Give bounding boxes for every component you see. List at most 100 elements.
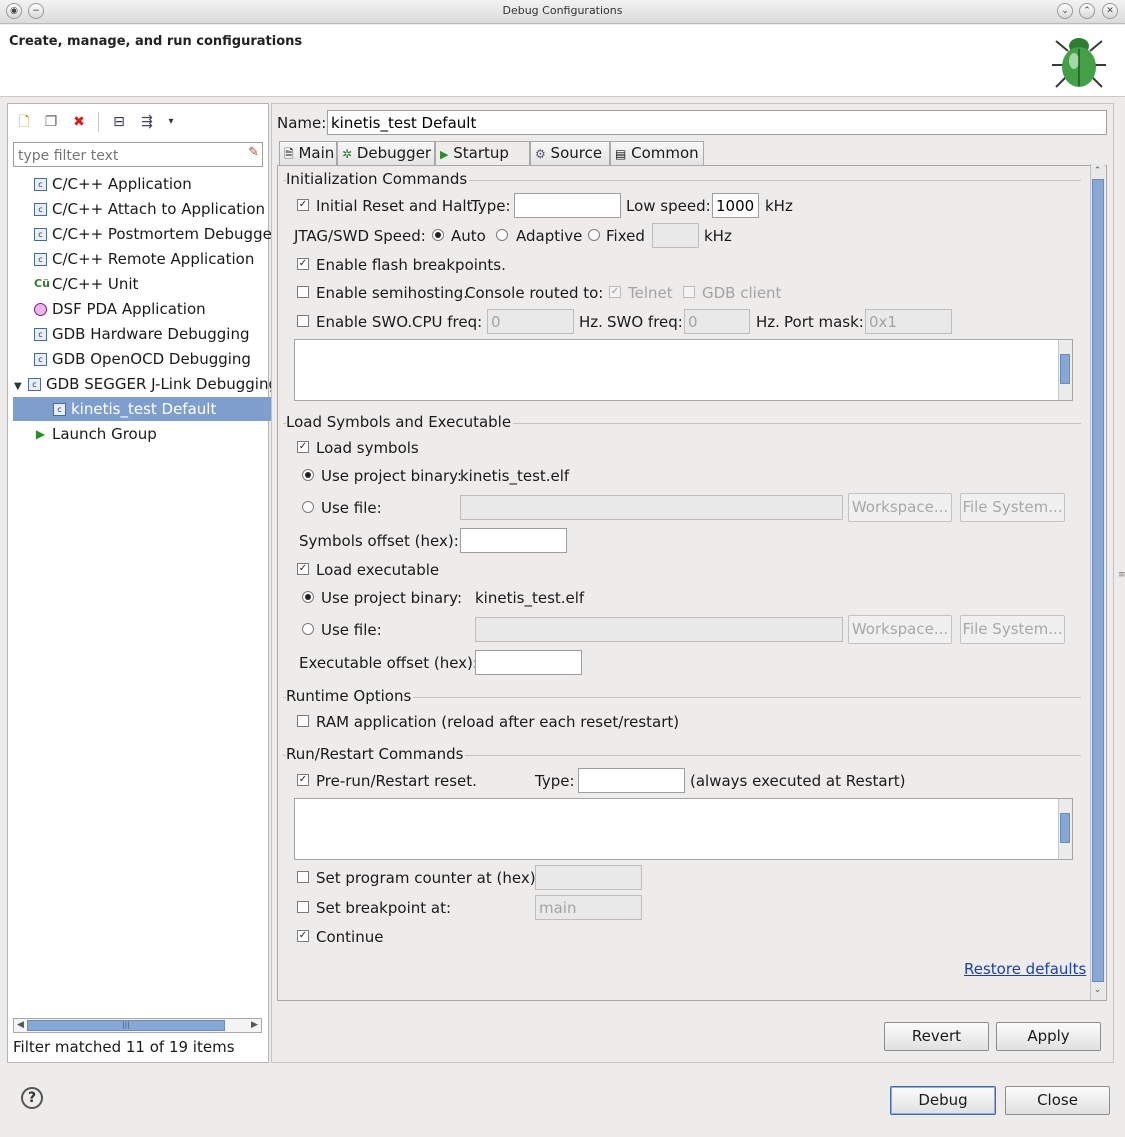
- tree-item-attach[interactable]: c C/C++ Attach to Application: [8, 197, 292, 221]
- exec-filesystem-button[interactable]: File System...: [960, 615, 1065, 644]
- restart-type-input[interactable]: [578, 768, 685, 793]
- prerun-reset-checkbox[interactable]: ✓: [297, 774, 309, 786]
- delete-config-icon[interactable]: ✖: [70, 113, 88, 131]
- symbols-use-file-radio[interactable]: [302, 501, 314, 513]
- low-speed-input[interactable]: [712, 193, 759, 218]
- port-mask-input[interactable]: [865, 309, 952, 334]
- fixed-speed-input[interactable]: [652, 223, 699, 248]
- tab-label: Source: [550, 144, 603, 162]
- tree-item-kinetis-test[interactable]: c kinetis_test Default: [13, 397, 302, 421]
- minimize-icon[interactable]: ⌄: [1057, 3, 1073, 19]
- symbols-project-binary-radio[interactable]: [302, 469, 314, 481]
- tab-startup[interactable]: ▶ Startup: [435, 141, 530, 166]
- tree-horizontal-scrollbar[interactable]: ◀ ||| ▶: [13, 1018, 262, 1033]
- name-input[interactable]: [327, 110, 1107, 135]
- scroll-thumb[interactable]: [1060, 354, 1070, 384]
- apply-button[interactable]: Apply: [996, 1022, 1101, 1051]
- swo-freq-label: SWO freq:: [607, 313, 683, 331]
- clear-filter-icon[interactable]: ✎: [248, 145, 259, 160]
- tree-item-label: GDB OpenOCD Debugging: [52, 350, 251, 368]
- run-commands-textarea[interactable]: [294, 798, 1073, 860]
- swo-freq-input[interactable]: [684, 309, 750, 334]
- speed-auto-radio[interactable]: [432, 229, 444, 241]
- flash-bp-checkbox[interactable]: ✓: [297, 258, 309, 270]
- set-pc-checkbox[interactable]: [297, 871, 309, 883]
- sash-grip-icon[interactable]: ≡: [1118, 570, 1125, 580]
- tab-label: Debugger: [356, 144, 432, 162]
- init-commands-textarea[interactable]: [294, 339, 1073, 401]
- chevron-down-icon[interactable]: ▾: [162, 113, 180, 131]
- debug-button[interactable]: Debug: [890, 1086, 996, 1115]
- semihosting-checkbox[interactable]: [297, 286, 309, 298]
- tab-label: Common: [631, 144, 699, 162]
- set-pc-input[interactable]: [535, 865, 642, 890]
- new-config-icon[interactable]: 🗋: [15, 113, 33, 131]
- symbols-file-input[interactable]: [460, 495, 843, 520]
- tree-item-unit[interactable]: Cü C/C++ Unit: [8, 272, 292, 296]
- tree-item-gdb-openocd[interactable]: c GDB OpenOCD Debugging: [8, 347, 292, 371]
- close-window-icon[interactable]: ✕: [1102, 3, 1118, 19]
- continue-checkbox[interactable]: ✓: [297, 930, 309, 942]
- scroll-thumb[interactable]: |||: [27, 1020, 225, 1031]
- telnet-checkbox[interactable]: ✓: [609, 286, 621, 298]
- always-executed-label: (always executed at Restart): [690, 772, 906, 790]
- startup-vertical-scrollbar[interactable]: ⌃ ⌄: [1090, 164, 1105, 1000]
- filter-field[interactable]: ✎: [13, 142, 263, 167]
- tree-item-c-application[interactable]: c C/C++ Application: [8, 172, 292, 196]
- load-exec-checkbox[interactable]: ✓: [297, 563, 309, 575]
- tab-main[interactable]: 🗎 Main: [279, 141, 337, 165]
- speed-adaptive-radio[interactable]: [496, 229, 508, 241]
- restore-defaults-link[interactable]: Restore defaults: [964, 960, 1086, 978]
- init-type-input[interactable]: [514, 193, 621, 218]
- set-bp-checkbox[interactable]: [297, 901, 309, 913]
- cpu-freq-unit: Hz.: [579, 313, 603, 331]
- ram-app-checkbox[interactable]: [297, 715, 309, 727]
- collapse-all-icon[interactable]: ⊟: [110, 113, 128, 131]
- tree-item-pda[interactable]: DSF PDA Application: [8, 297, 292, 321]
- tab-common[interactable]: ▤ Common: [610, 141, 704, 165]
- tree-item-postmortem[interactable]: c C/C++ Postmortem Debugger: [8, 222, 292, 246]
- tree-item-launch-group[interactable]: ▶ Launch Group: [8, 422, 292, 446]
- exec-offset-input[interactable]: [475, 650, 582, 675]
- scroll-right-icon[interactable]: ▶: [248, 1019, 261, 1032]
- textarea-scrollbar[interactable]: [1058, 799, 1072, 859]
- exec-project-binary-label: Use project binary:: [321, 589, 463, 607]
- scroll-thumb[interactable]: [1060, 813, 1070, 843]
- tab-label: Startup: [453, 144, 509, 162]
- maximize-icon[interactable]: ⌃: [1079, 3, 1095, 19]
- tree-item-gdb-segger[interactable]: ▼ c GDB SEGGER J-Link Debugging: [8, 372, 272, 396]
- load-symbols-checkbox[interactable]: ✓: [297, 441, 309, 453]
- swo-checkbox[interactable]: [297, 315, 309, 327]
- scroll-left-icon[interactable]: ◀: [14, 1019, 27, 1032]
- speed-fixed-radio[interactable]: [588, 229, 600, 241]
- tab-debugger[interactable]: ✲ Debugger: [337, 141, 435, 165]
- scroll-down-icon[interactable]: ⌄: [1091, 984, 1104, 997]
- tree-item-remote[interactable]: c C/C++ Remote Application: [8, 247, 292, 271]
- scroll-up-icon[interactable]: ⌃: [1091, 165, 1104, 178]
- symbols-filesystem-button[interactable]: File System...: [960, 493, 1065, 522]
- revert-button[interactable]: Revert: [884, 1022, 989, 1051]
- reset-halt-checkbox[interactable]: ✓: [297, 199, 309, 211]
- duplicate-config-icon[interactable]: ❐: [42, 113, 60, 131]
- filter-configs-icon[interactable]: ⇶: [138, 113, 156, 131]
- jtag-speed-label: JTAG/SWD Speed:: [294, 227, 426, 245]
- cpu-freq-input[interactable]: [487, 309, 574, 334]
- symbols-workspace-button[interactable]: Workspace...: [848, 493, 952, 522]
- filter-input[interactable]: [16, 144, 240, 167]
- expand-arrow-icon[interactable]: ▼: [14, 375, 28, 396]
- c-app-icon: c: [34, 353, 47, 366]
- exec-project-binary-radio[interactable]: [302, 591, 314, 603]
- exec-use-file-radio[interactable]: [302, 623, 314, 635]
- tree-item-gdb-hardware[interactable]: c GDB Hardware Debugging: [8, 322, 292, 346]
- close-button[interactable]: Close: [1005, 1086, 1110, 1115]
- tab-source[interactable]: ⚙ Source: [530, 141, 610, 165]
- gdb-client-checkbox[interactable]: [683, 286, 695, 298]
- help-icon[interactable]: ?: [21, 1087, 43, 1109]
- load-symbols-label: Load symbols: [316, 439, 419, 457]
- scroll-thumb[interactable]: [1092, 179, 1104, 982]
- exec-workspace-button[interactable]: Workspace...: [848, 615, 952, 644]
- exec-file-input[interactable]: [475, 617, 843, 642]
- set-bp-input[interactable]: [535, 895, 642, 920]
- textarea-scrollbar[interactable]: [1058, 340, 1072, 400]
- symbols-offset-input[interactable]: [460, 528, 567, 553]
